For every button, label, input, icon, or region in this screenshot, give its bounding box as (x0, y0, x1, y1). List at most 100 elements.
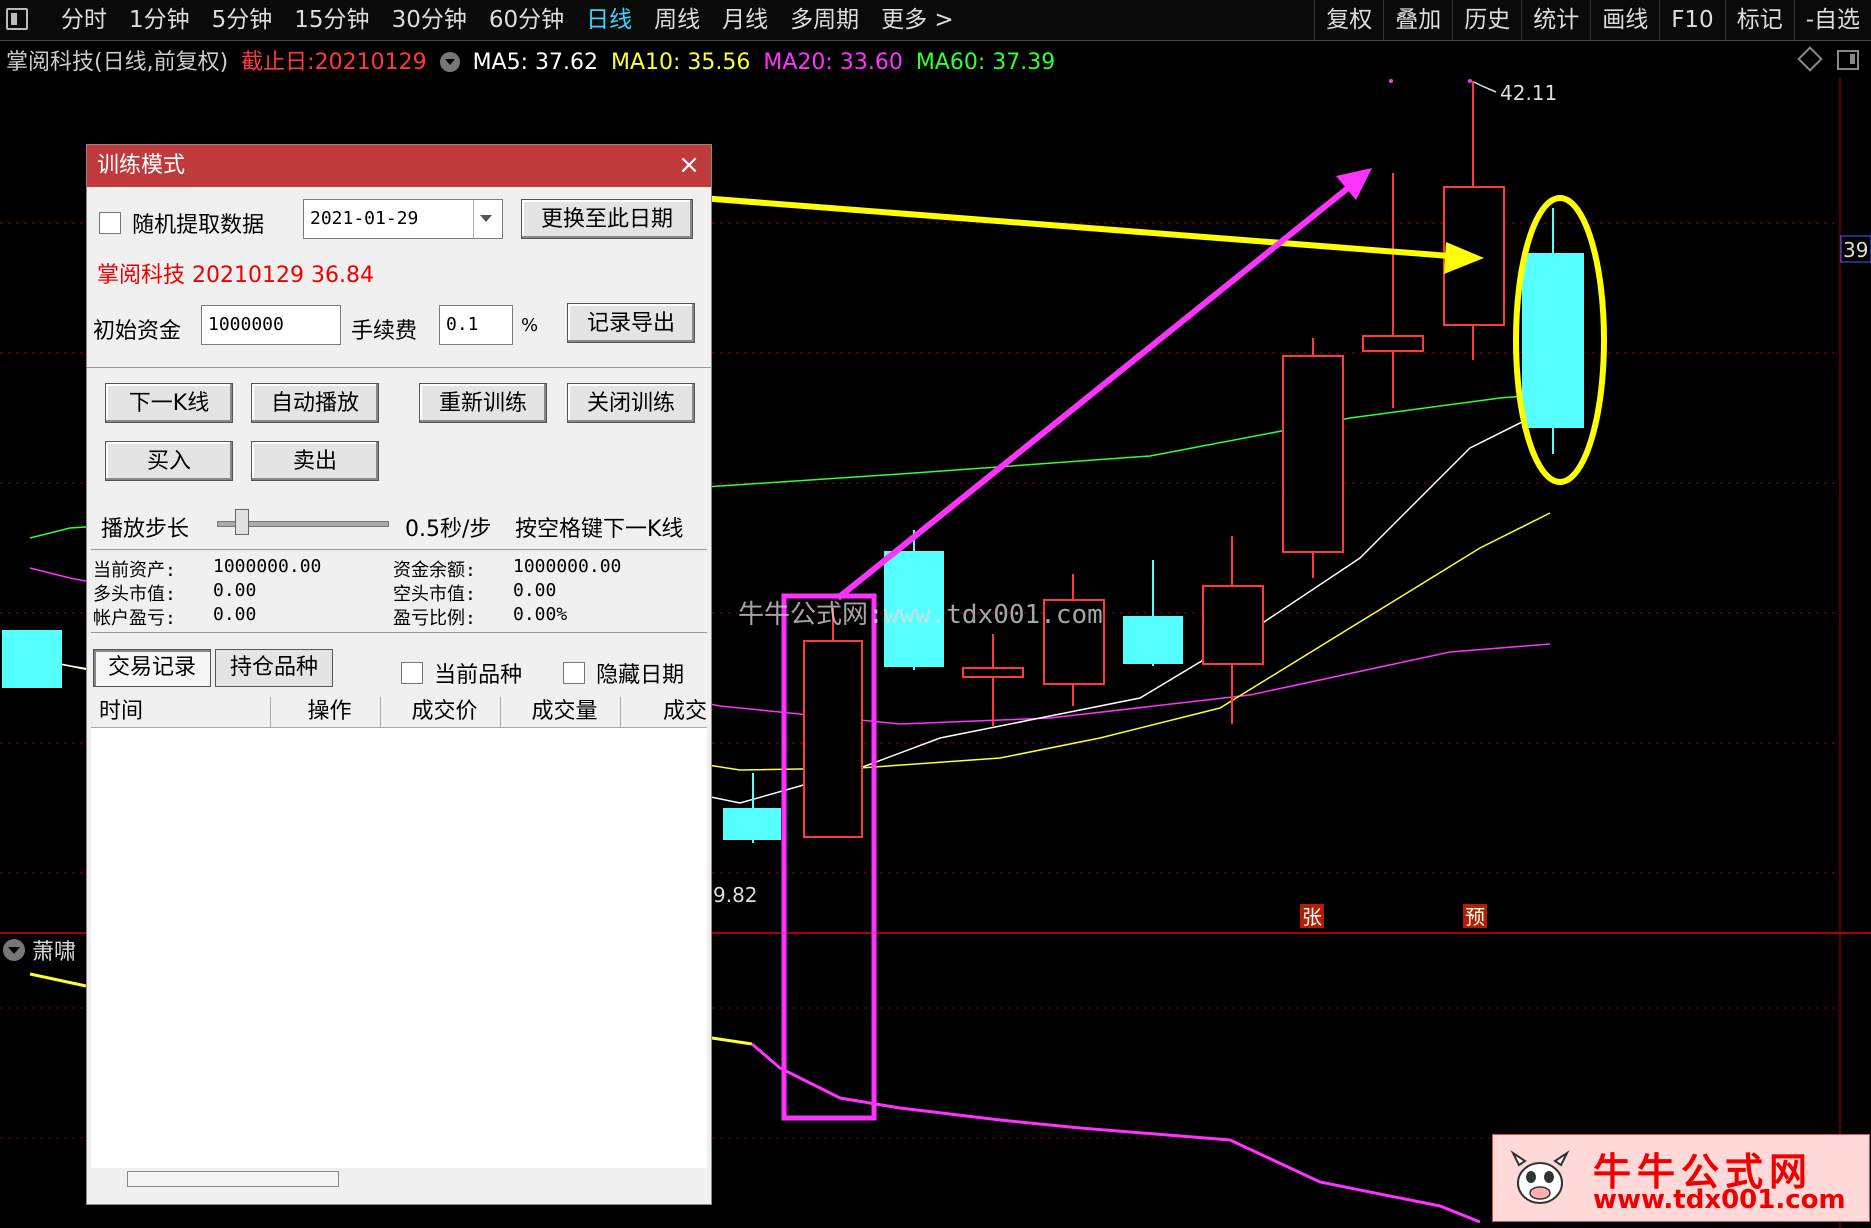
hide-date-toggle[interactable]: 隐藏日期 (563, 657, 684, 689)
mark-button[interactable]: 标记 (1724, 0, 1794, 40)
history-button[interactable]: 历史 (1452, 0, 1521, 40)
axis-price-label: 39 (1843, 238, 1868, 262)
panel-icon[interactable] (1837, 50, 1859, 70)
chevron-down-icon[interactable] (473, 200, 498, 238)
step-slider-thumb[interactable] (235, 509, 249, 535)
short-label: 空头市值: (393, 584, 476, 605)
sub-magenta-line (751, 1042, 1481, 1224)
statistics-button[interactable]: 统计 (1521, 0, 1590, 40)
top-dot (1468, 79, 1472, 83)
high-price-pointer (1473, 81, 1497, 93)
tab-daily[interactable]: 日线 (575, 4, 643, 36)
autoplay-button[interactable]: 自动播放 (251, 383, 379, 423)
col-action[interactable]: 操作 (271, 697, 381, 727)
long-label: 多头市值: (93, 584, 176, 605)
candle (1362, 335, 1424, 352)
draw-line-button[interactable]: 画线 (1590, 0, 1659, 40)
close-train-button[interactable]: 关闭训练 (567, 383, 695, 423)
ma60-label: MA60: 37.39 (915, 50, 1056, 75)
short-value: 0.00 (513, 580, 557, 601)
watchlist-button[interactable]: -自选 (1793, 0, 1871, 40)
candle (803, 640, 863, 838)
col-time[interactable]: 时间 (91, 697, 271, 727)
pl-label: 帐户盈亏: (93, 608, 176, 629)
next-k-button[interactable]: 下一K线 (105, 383, 233, 423)
diamond-icon[interactable] (1797, 46, 1823, 72)
retrain-button[interactable]: 重新训练 (419, 383, 547, 423)
horizontal-scrollbar[interactable] (127, 1171, 339, 1187)
dialog-titlebar[interactable]: 训练模式 × (87, 145, 711, 187)
sub-indicator-label: 萧啸 (32, 940, 76, 965)
divider (87, 367, 711, 368)
step-label: 播放步长 (101, 517, 190, 542)
stock-title: 掌阅科技(日线,前复权) (6, 50, 229, 75)
dropdown-circle-icon[interactable] (439, 52, 460, 72)
tab-15min[interactable]: 15分钟 (283, 4, 380, 36)
long-value: 0.00 (213, 580, 257, 601)
ratio-value: 0.00% (513, 604, 568, 625)
candle (962, 667, 1024, 678)
ma10-label: MA10: 35.56 (610, 50, 751, 75)
f10-button[interactable]: F10 (1659, 0, 1725, 40)
export-button[interactable]: 记录导出 (567, 303, 695, 343)
candle (1282, 355, 1344, 553)
random-row: 随机提取数据 (99, 207, 264, 239)
fee-unit: % (521, 315, 539, 336)
stats-panel: 当前资产: 1000000.00 资金余额: 1000000.00 多头市值: … (91, 549, 707, 633)
chart-tools (1797, 46, 1859, 72)
rights-adjust-button[interactable]: 复权 (1314, 0, 1383, 40)
tab-30min[interactable]: 30分钟 (381, 4, 478, 36)
init-fund-input[interactable]: 1000000 (201, 305, 341, 345)
current-item-toggle[interactable]: 当前品种 (401, 657, 522, 689)
candle (1123, 616, 1183, 664)
top-dot (1389, 79, 1393, 83)
asset-label: 当前资产: (93, 560, 176, 581)
dialog-title: 训练模式 (97, 153, 186, 178)
space-hint: 按空格键下一K线 (515, 517, 684, 542)
ratio-label: 盈亏比例: (393, 608, 476, 629)
tab-trade-records[interactable]: 交易记录 (93, 649, 211, 687)
col-price[interactable]: 成交价 (381, 697, 501, 727)
tab-holdings[interactable]: 持仓品种 (215, 649, 333, 687)
tab-weekly[interactable]: 周线 (643, 4, 711, 36)
cash-value: 1000000.00 (513, 556, 622, 577)
random-checkbox[interactable] (99, 212, 121, 234)
period-tabs: 分时 1分钟 5分钟 15分钟 30分钟 60分钟 日线 周线 月线 多周期 更… (50, 4, 965, 36)
tab-1min[interactable]: 1分钟 (118, 4, 201, 36)
col-amount[interactable]: 成交 (621, 697, 707, 727)
current-item-checkbox[interactable] (401, 662, 423, 684)
buy-button[interactable]: 买入 (105, 441, 233, 481)
date-select[interactable]: 2021-01-29 (303, 199, 503, 239)
tab-multi-period[interactable]: 多周期 (779, 4, 870, 36)
cow-icon (1510, 1150, 1570, 1204)
fee-input[interactable]: 0.1 (439, 305, 513, 345)
panel-toggle-icon[interactable] (6, 8, 28, 30)
magenta-arrow-line (836, 185, 1350, 601)
candle (723, 808, 781, 840)
pl-value: 0.00 (213, 604, 257, 625)
trade-table-body[interactable] (91, 728, 707, 1168)
cash-label: 资金余额: (393, 560, 476, 581)
trade-table-header: 时间 操作 成交价 成交量 成交 (91, 697, 707, 728)
ma5-label: MA5: 37.62 (472, 50, 598, 75)
site-logo: 牛牛公式网 www.tdx001.com (1492, 1134, 1870, 1222)
change-date-button[interactable]: 更换至此日期 (521, 199, 693, 239)
overlay-button[interactable]: 叠加 (1383, 0, 1452, 40)
ma20-label: MA20: 33.60 (763, 50, 903, 75)
hide-date-checkbox[interactable] (563, 662, 585, 684)
random-label: 随机提取数据 (132, 213, 265, 238)
tab-monthly[interactable]: 月线 (711, 4, 779, 36)
chart-title-line: 掌阅科技(日线,前复权) 截止日:20210129 MA5: 37.62 MA1… (6, 44, 1061, 75)
marker-zhang: 张 (1302, 905, 1322, 929)
tab-fenshi[interactable]: 分时 (50, 4, 118, 36)
close-icon[interactable]: × (675, 151, 703, 179)
candle (1522, 253, 1584, 428)
tab-5min[interactable]: 5分钟 (201, 4, 284, 36)
init-fund-label: 初始资金 (93, 319, 182, 344)
candle (2, 630, 62, 688)
sell-button[interactable]: 卖出 (251, 441, 379, 481)
col-volume[interactable]: 成交量 (501, 697, 621, 727)
tab-more[interactable]: 更多 > (870, 4, 965, 36)
tab-60min[interactable]: 60分钟 (478, 4, 575, 36)
watermark-text: 牛牛公式网:www.tdx001.com (738, 600, 1103, 630)
